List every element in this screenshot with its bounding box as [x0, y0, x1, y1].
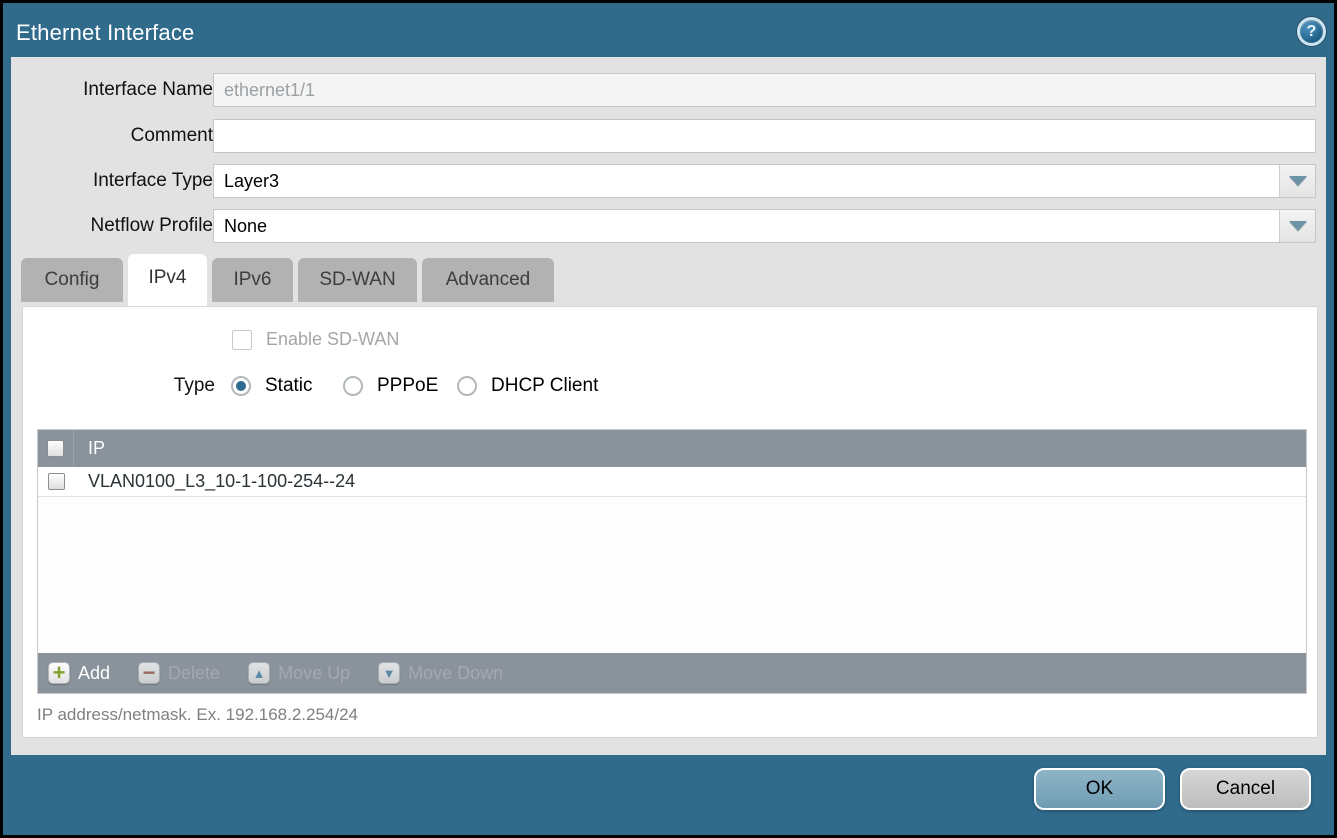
- ethernet-interface-dialog: Ethernet Interface ? Interface Name Comm…: [0, 0, 1337, 838]
- interface-type-value: Layer3: [214, 165, 1279, 197]
- ip-table: IP VLAN0100_L3_10-1-100-254--24 + Add: [37, 429, 1307, 694]
- interface-type-select[interactable]: Layer3: [213, 164, 1316, 198]
- arrow-down-icon: ▼: [378, 662, 400, 684]
- netflow-profile-select[interactable]: None: [213, 209, 1316, 243]
- radio-dhcp-client-icon: [457, 376, 477, 396]
- netflow-profile-value: None: [214, 210, 1279, 242]
- comment-input[interactable]: [213, 119, 1316, 153]
- interface-name-input: [213, 73, 1316, 107]
- move-down-button: ▼ Move Down: [378, 662, 503, 684]
- radio-pppoe-icon: [343, 376, 363, 396]
- chevron-down-icon: [1289, 176, 1307, 186]
- table-row[interactable]: VLAN0100_L3_10-1-100-254--24: [38, 467, 1306, 497]
- help-icon[interactable]: ?: [1297, 17, 1326, 46]
- dialog-title: Ethernet Interface: [16, 20, 194, 46]
- dialog-body: Interface Name Comment Interface Type La…: [11, 57, 1326, 755]
- move-up-button: ▲ Move Up: [248, 662, 350, 684]
- radio-static-icon: [231, 376, 251, 396]
- enable-sdwan-checkbox: [232, 330, 252, 350]
- plus-icon: +: [48, 662, 70, 684]
- delete-button: − Delete: [138, 662, 220, 684]
- minus-icon: −: [138, 662, 160, 684]
- header-checkbox-cell: [38, 430, 74, 467]
- ip-table-header: IP: [38, 430, 1306, 467]
- radio-pppoe[interactable]: PPPoE: [343, 372, 438, 400]
- cancel-button[interactable]: Cancel: [1180, 768, 1311, 810]
- radio-dhcp-client-label: DHCP Client: [491, 375, 598, 397]
- interface-type-dropdown-button[interactable]: [1279, 165, 1315, 197]
- comment-label: Comment: [21, 119, 213, 153]
- tab-ipv6[interactable]: IPv6: [212, 258, 293, 302]
- radio-pppoe-label: PPPoE: [377, 375, 438, 397]
- netflow-profile-dropdown-button[interactable]: [1279, 210, 1315, 242]
- interface-name-label: Interface Name: [21, 73, 213, 107]
- row-checkbox[interactable]: [48, 473, 65, 490]
- interface-type-label: Interface Type: [21, 164, 213, 198]
- tab-sdwan[interactable]: SD-WAN: [298, 258, 417, 302]
- type-label: Type: [23, 372, 215, 400]
- table-toolbar: + Add − Delete ▲ Move Up ▼: [38, 653, 1306, 693]
- tab-advanced[interactable]: Advanced: [422, 258, 554, 302]
- move-down-button-label: Move Down: [408, 663, 503, 684]
- tab-ipv4[interactable]: IPv4: [128, 254, 207, 306]
- ip-column-header: IP: [88, 438, 105, 459]
- ip-format-hint: IP address/netmask. Ex. 192.168.2.254/24: [37, 705, 358, 725]
- dialog-frame: Ethernet Interface ? Interface Name Comm…: [3, 3, 1334, 835]
- netflow-profile-label: Netflow Profile: [21, 209, 213, 243]
- add-button[interactable]: + Add: [48, 662, 110, 684]
- delete-button-label: Delete: [168, 663, 220, 684]
- chevron-down-icon: [1289, 221, 1307, 231]
- ipv4-panel: Enable SD-WAN Type Static PPPoE DHCP Cli…: [22, 306, 1318, 738]
- add-button-label: Add: [78, 663, 110, 684]
- arrow-up-icon: ▲: [248, 662, 270, 684]
- radio-static[interactable]: Static: [231, 372, 313, 400]
- tab-config[interactable]: Config: [21, 258, 123, 302]
- enable-sdwan-row: Enable SD-WAN: [232, 329, 399, 350]
- ok-button[interactable]: OK: [1034, 768, 1165, 810]
- radio-static-label: Static: [265, 375, 313, 397]
- ip-row-value: VLAN0100_L3_10-1-100-254--24: [88, 471, 355, 492]
- type-row: Type Static PPPoE DHCP Client: [23, 372, 1317, 400]
- enable-sdwan-label: Enable SD-WAN: [266, 329, 399, 350]
- radio-dhcp-client[interactable]: DHCP Client: [457, 372, 598, 400]
- move-up-button-label: Move Up: [278, 663, 350, 684]
- row-checkbox-cell: [38, 473, 74, 490]
- select-all-checkbox[interactable]: [47, 440, 64, 457]
